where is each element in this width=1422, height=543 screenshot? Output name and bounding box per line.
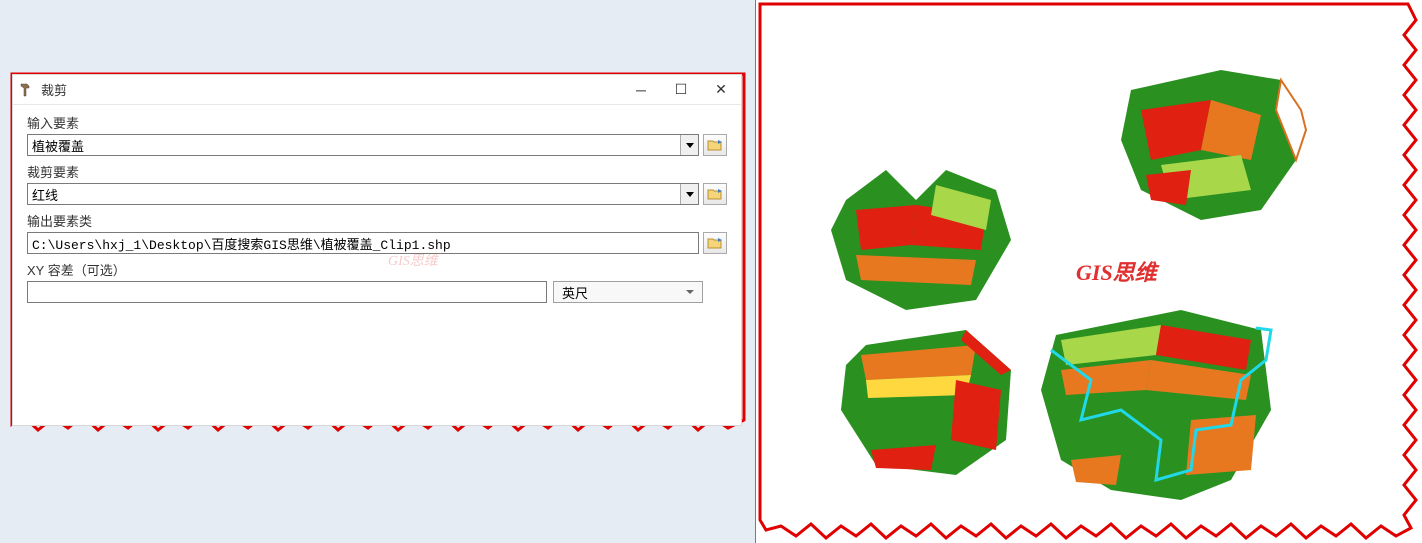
left-panel: 裁剪 ─ ☐ ✕ 输入要素 植被覆盖 xyxy=(0,0,755,543)
input-features-label: 输入要素 xyxy=(27,113,727,132)
maximize-button[interactable]: ☐ xyxy=(661,76,701,104)
input-features-browse-button[interactable] xyxy=(703,134,727,156)
clip-features-combo[interactable]: 红线 xyxy=(27,183,699,205)
output-class-input[interactable]: C:\Users\hxj_1\Desktop\百度搜索GIS思维\植被覆盖_Cl… xyxy=(27,232,699,254)
clip-shape-top-left xyxy=(816,160,1026,320)
minimize-button[interactable]: ─ xyxy=(621,76,661,104)
input-features-group: 输入要素 植被覆盖 xyxy=(27,113,727,156)
clip-shape-bottom-left xyxy=(826,320,1026,490)
tolerance-label: XY 容差（可选） xyxy=(27,260,727,279)
clip-features-value: 红线 xyxy=(32,185,680,204)
watermark: GIS思维 xyxy=(1076,255,1157,287)
tolerance-group: XY 容差（可选） 英尺 xyxy=(27,260,727,303)
output-class-browse-button[interactable] xyxy=(703,232,727,254)
tolerance-unit-select[interactable]: 英尺 xyxy=(553,281,703,303)
output-class-group: 输出要素类 C:\Users\hxj_1\Desktop\百度搜索GIS思维\植… xyxy=(27,211,727,254)
clip-features-label: 裁剪要素 xyxy=(27,162,727,181)
output-class-label: 输出要素类 xyxy=(27,211,727,230)
input-features-value: 植被覆盖 xyxy=(32,136,680,155)
watermark-faint: GIS思维 xyxy=(388,250,438,270)
close-button[interactable]: ✕ xyxy=(701,76,741,104)
dialog-body: 输入要素 植被覆盖 xyxy=(13,105,741,317)
map-preview-panel: GIS思维 xyxy=(755,0,1422,543)
hammer-icon xyxy=(19,82,35,98)
clip-features-group: 裁剪要素 红线 xyxy=(27,162,727,205)
input-features-combo[interactable]: 植被覆盖 xyxy=(27,134,699,156)
clip-features-browse-button[interactable] xyxy=(703,183,727,205)
chevron-down-icon[interactable] xyxy=(680,184,698,204)
folder-icon xyxy=(707,138,723,152)
folder-icon xyxy=(707,236,723,250)
tolerance-unit-value: 英尺 xyxy=(562,283,588,302)
titlebar: 裁剪 ─ ☐ ✕ xyxy=(13,75,741,105)
clip-shape-top-right xyxy=(1101,60,1321,240)
chevron-down-icon[interactable] xyxy=(680,135,698,155)
clip-shape-bottom-right xyxy=(1031,300,1286,510)
dialog-title: 裁剪 xyxy=(41,80,621,99)
clip-dialog: 裁剪 ─ ☐ ✕ 输入要素 植被覆盖 xyxy=(12,74,742,426)
dialog-wrapper: 裁剪 ─ ☐ ✕ 输入要素 植被覆盖 xyxy=(8,70,748,440)
folder-icon xyxy=(707,187,723,201)
tolerance-input[interactable] xyxy=(27,281,547,303)
